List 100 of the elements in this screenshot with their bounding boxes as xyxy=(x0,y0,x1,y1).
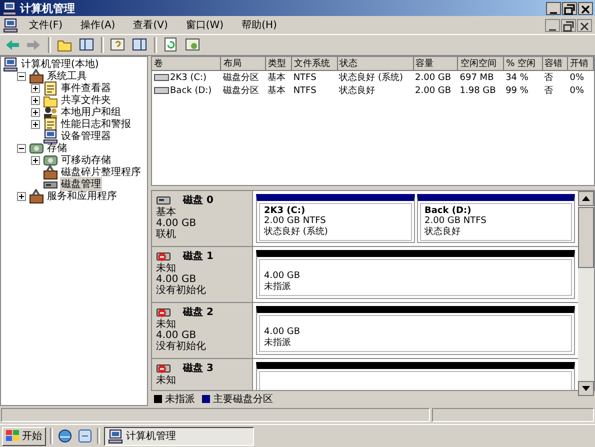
computer-icon xyxy=(3,18,18,32)
scrollbar-icon xyxy=(578,191,594,396)
toolbox-icon xyxy=(29,188,44,204)
disk-detail: 没有初始化 xyxy=(156,285,207,296)
toolbox-icon xyxy=(43,164,58,180)
table-cell: 99 % xyxy=(506,86,528,96)
partition-detail: 2.00 GB NTFS xyxy=(264,216,327,226)
disk-detail: 联机 xyxy=(156,229,177,240)
expand-icon[interactable] xyxy=(31,120,40,128)
desktop-icon[interactable] xyxy=(77,428,93,444)
table-cell: NTFS xyxy=(293,72,316,82)
disk-detail: 4.00 GB xyxy=(156,218,198,229)
column-header[interactable]: % 空闲 xyxy=(504,57,542,70)
column-header[interactable]: 卷 xyxy=(152,57,221,70)
column-header[interactable]: 容错 xyxy=(542,57,568,70)
table-cell: 基本 xyxy=(268,86,286,96)
menu-item[interactable]: 文件(F) xyxy=(22,18,70,32)
partition-detail: 未指派 xyxy=(264,282,292,293)
tree-item[interactable]: 可移动存储 xyxy=(60,153,112,167)
taskbar-button[interactable]: 计算机管理 xyxy=(104,426,254,446)
drive-icon xyxy=(154,86,169,94)
menu-item[interactable]: 窗口(W) xyxy=(178,18,231,32)
tree-item[interactable]: 磁盘碎片整理程序 xyxy=(60,165,142,179)
column-header[interactable]: 文件系统 xyxy=(291,57,338,70)
menu-item[interactable]: 操作(A) xyxy=(74,18,122,32)
tree-item[interactable]: 服务和应用程序 xyxy=(46,189,118,203)
browser-icon[interactable] xyxy=(57,428,73,444)
disk-detail: 未知 xyxy=(156,375,177,386)
restore-button[interactable] xyxy=(561,18,576,32)
disk-name: 磁盘 1 xyxy=(183,250,214,263)
column-header[interactable]: 空闲空间 xyxy=(458,57,504,70)
refresh-icon[interactable] xyxy=(163,37,179,53)
expand-icon[interactable] xyxy=(31,156,40,164)
tree-item[interactable]: 存储 xyxy=(46,141,68,155)
panel-icon[interactable] xyxy=(132,37,148,53)
column-header[interactable]: 容量 xyxy=(413,57,458,70)
legend-label: 主要磁盘分区 xyxy=(213,392,273,406)
expand-icon[interactable] xyxy=(17,192,26,200)
close-button[interactable] xyxy=(578,2,593,14)
disk-error-icon xyxy=(156,362,171,374)
table-cell: 否 xyxy=(544,73,554,83)
tree-item[interactable]: 磁盘管理 xyxy=(60,177,102,191)
computer-icon xyxy=(3,57,18,72)
column-header[interactable]: 状态 xyxy=(337,57,413,70)
panel-icon[interactable] xyxy=(79,37,95,53)
minimize-button[interactable] xyxy=(545,18,560,32)
table-cell: 磁盘分区 xyxy=(222,73,259,83)
table-cell: 基本 xyxy=(268,73,286,83)
expand-icon[interactable] xyxy=(31,84,40,92)
close-button[interactable] xyxy=(577,18,592,32)
column-header[interactable]: 开销 xyxy=(568,57,594,70)
tree-item[interactable]: 设备管理器 xyxy=(60,129,112,143)
partition-detail: 状态良好 xyxy=(424,227,462,238)
expand-icon[interactable] xyxy=(31,96,40,104)
restore-button[interactable] xyxy=(562,2,577,14)
disk-name: 磁盘 2 xyxy=(183,306,214,319)
table-cell: 2.00 GB xyxy=(415,72,452,82)
notebook-icon xyxy=(43,116,58,132)
legend-label: 未指派 xyxy=(165,392,195,406)
disk-detail: 没有初始化 xyxy=(156,341,207,352)
computer-icon xyxy=(2,0,17,16)
expand-icon[interactable] xyxy=(31,108,40,116)
menu-item[interactable]: 查看(V) xyxy=(126,18,175,32)
collapse-icon[interactable] xyxy=(17,72,26,80)
computer-icon xyxy=(108,428,123,444)
column-header[interactable]: 类型 xyxy=(266,57,292,70)
table-cell: 2.00 GB xyxy=(415,86,452,96)
start-button[interactable]: 开始 xyxy=(2,426,46,446)
disk-name: 磁盘 0 xyxy=(183,194,214,207)
windows-flag-icon xyxy=(6,430,19,442)
disk-name: 磁盘 3 xyxy=(183,362,214,375)
table-cell: 1.98 GB xyxy=(460,86,496,96)
menu-item[interactable]: 帮助(H) xyxy=(234,18,284,32)
tree-item[interactable]: 共享文件夹 xyxy=(60,93,112,107)
table-cell: 状态良好 xyxy=(339,86,376,96)
computer-icon xyxy=(43,128,58,144)
tree-item[interactable]: 事件查看器 xyxy=(60,81,112,95)
partition-name: 2K3 (C:) xyxy=(264,206,306,216)
notebook-icon xyxy=(43,80,58,96)
partition-detail: 4.00 GB xyxy=(264,271,302,282)
tree-item[interactable]: 本地用户和组 xyxy=(60,105,122,119)
disk-detail: 4.00 GB xyxy=(156,330,198,341)
window-title: 计算机管理 xyxy=(20,0,76,16)
table-cell: 34 % xyxy=(506,72,528,82)
column-header[interactable]: 布局 xyxy=(220,57,266,70)
tree-item[interactable]: 性能日志和警报 xyxy=(60,117,132,131)
disk-detail: 未知 xyxy=(156,319,177,330)
help-icon[interactable] xyxy=(110,37,126,53)
collapse-icon[interactable] xyxy=(17,144,26,152)
properties-icon[interactable] xyxy=(185,37,201,53)
table-cell: 磁盘分区 xyxy=(222,86,259,96)
disk-detail: 4.00 GB xyxy=(156,274,198,285)
tree-item[interactable]: 系统工具 xyxy=(46,69,88,83)
storage-icon xyxy=(29,140,44,156)
table-cell: 否 xyxy=(544,86,554,96)
partition-detail: 2.00 GB NTFS xyxy=(424,216,488,226)
minimize-button[interactable] xyxy=(546,2,561,14)
partition-detail: 4.00 GB xyxy=(264,327,302,338)
tree-item[interactable]: 计算机管理(本地) xyxy=(20,57,100,71)
partition-name: Back (D:) xyxy=(424,206,472,216)
